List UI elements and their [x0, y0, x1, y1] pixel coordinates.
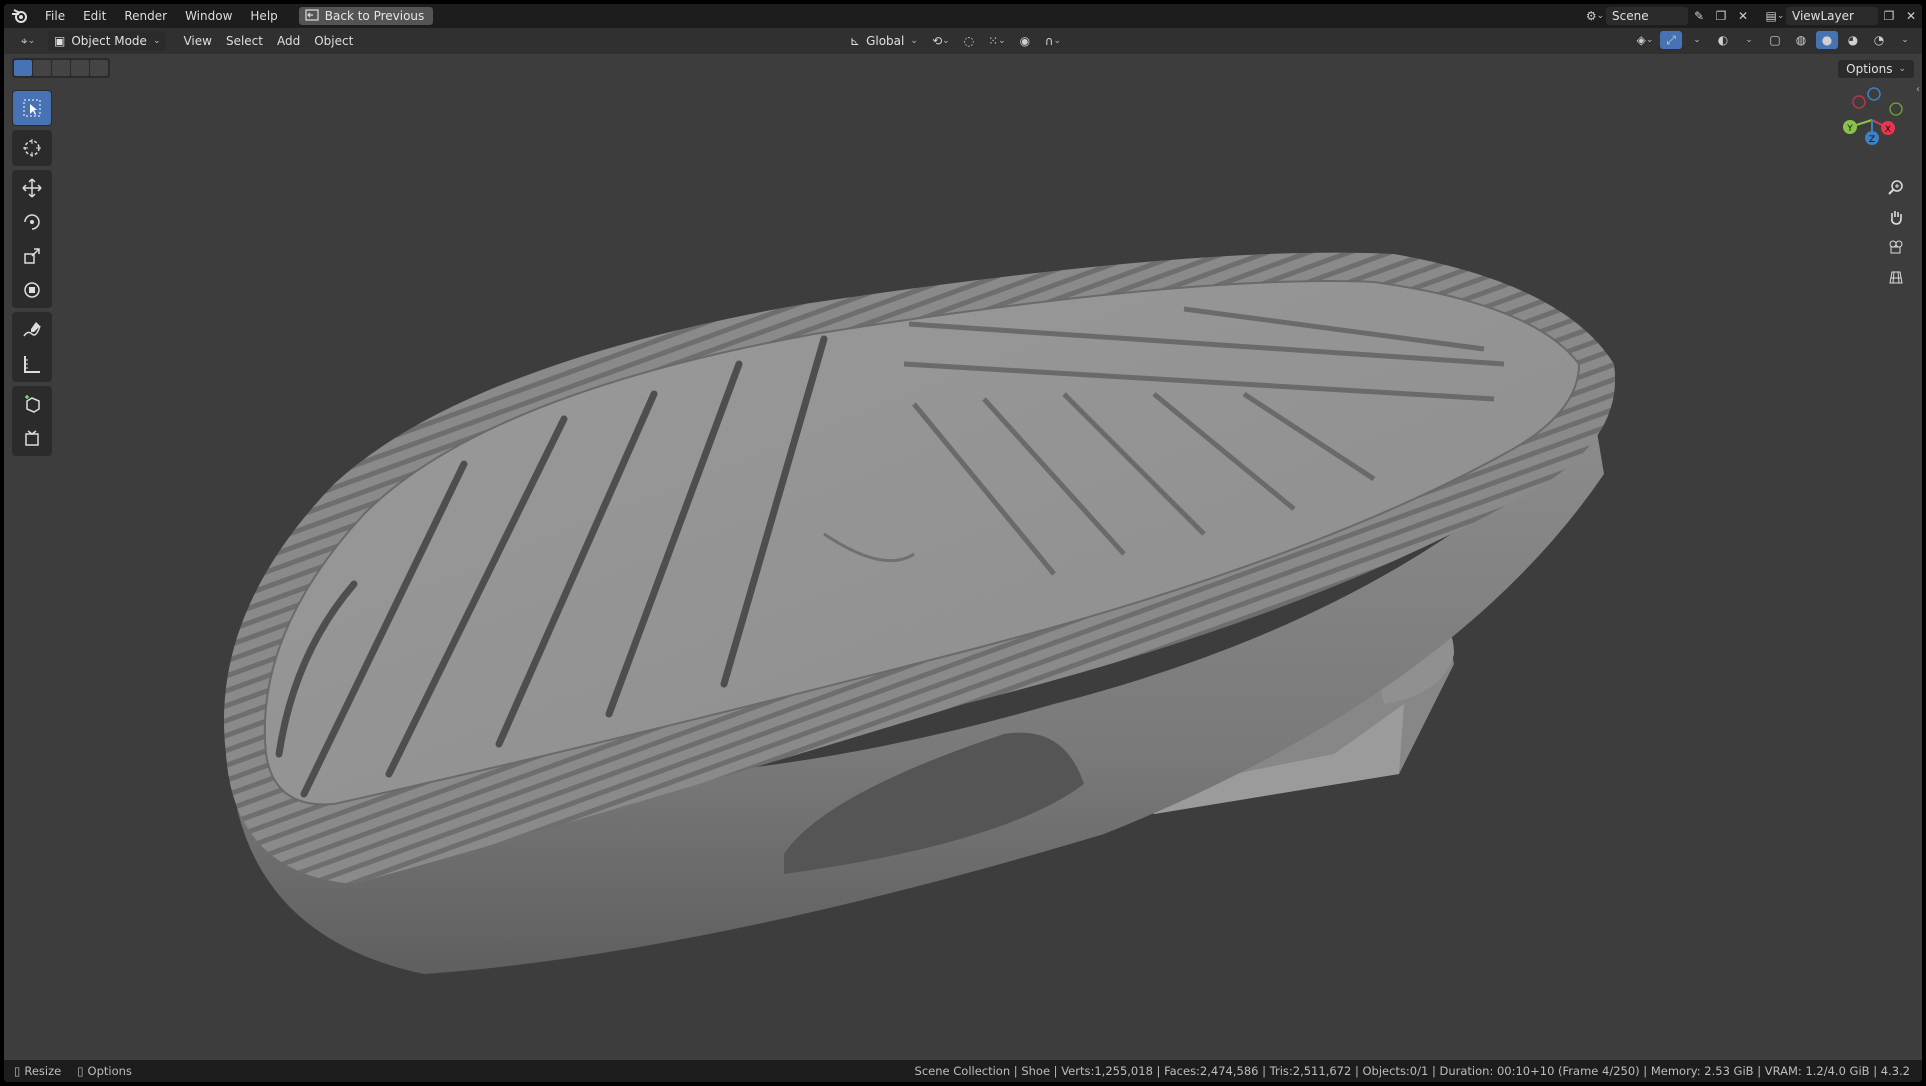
cursor-icon[interactable] [13, 131, 51, 165]
shading-dropdown-icon[interactable]: ⌄ [1894, 31, 1916, 49]
options-dropdown[interactable]: Options ⌄ [1838, 60, 1914, 78]
move-icon[interactable] [13, 171, 51, 205]
blender-window: File Edit Render Window Help Back to Pre… [4, 4, 1922, 1082]
mouse-right-icon: ▯ [77, 1064, 84, 1078]
shoe-sole-model[interactable] [4, 54, 1922, 1060]
add-cube-icon[interactable] [13, 387, 51, 421]
select-extend-icon[interactable] [33, 60, 51, 76]
editor-type-icon[interactable]: ⌖ ⌄ [14, 32, 42, 50]
pin-icon[interactable]: ✎ [1688, 7, 1710, 25]
status-hints: ▯ Resize ▯ Options [4, 1064, 132, 1078]
add-primitive-icon[interactable] [13, 421, 51, 455]
menu-object[interactable]: Object [307, 34, 360, 48]
menu-add[interactable]: Add [270, 34, 307, 48]
wireframe-shading-icon[interactable]: ◍ [1790, 31, 1812, 49]
viewport-display-controls: ◈ ⌄ ⤢ ⌄ ◐ ⌄ ▢ ◍ ● ◕ ◔ ⌄ [1634, 31, 1916, 49]
camera-icon[interactable] [1882, 234, 1910, 260]
delete-view-layer-icon[interactable]: ✕ [1900, 7, 1922, 25]
zoom-icon[interactable] [1882, 174, 1910, 200]
chevron-down-icon: ⌄ [1898, 64, 1906, 74]
measure-icon[interactable] [13, 347, 51, 381]
selection-mode-group [12, 58, 110, 78]
transform-icon[interactable] [13, 273, 51, 307]
rendered-shading-icon[interactable]: ◔ [1868, 31, 1890, 49]
axis-z-label: Z [1869, 135, 1875, 145]
select-box-icon[interactable] [13, 91, 51, 125]
3d-viewport[interactable]: Options ⌄ X Y Z ‹ [4, 54, 1922, 1060]
axis-x-negative[interactable] [1852, 95, 1866, 109]
menu-view[interactable]: View [176, 34, 218, 48]
status-bar: ▯ Resize ▯ Options Scene Collection | Sh… [4, 1060, 1922, 1082]
navigation-tools [1882, 174, 1910, 290]
menu-render[interactable]: Render [115, 4, 176, 28]
blender-logo-icon[interactable] [4, 4, 36, 28]
object-mode-icon: ▣ [54, 34, 66, 48]
status-resize-label: Resize [24, 1064, 62, 1078]
menu-edit[interactable]: Edit [74, 4, 115, 28]
orientation-icon: ⊾ [850, 34, 861, 48]
axis-y-negative[interactable] [1889, 102, 1903, 116]
top-menu-bar: File Edit Render Window Help Back to Pre… [4, 4, 1922, 28]
rotate-icon[interactable] [13, 205, 51, 239]
scene-statistics: Scene Collection | Shoe | Verts:1,255,01… [914, 1064, 1910, 1078]
select-intersect-icon[interactable] [90, 60, 108, 76]
visibility-icon[interactable]: ◈ ⌄ [1634, 31, 1656, 49]
snap-target-icon[interactable]: ⁙ ⌄ [986, 32, 1008, 50]
snap-icon[interactable]: ◌ [958, 32, 980, 50]
solid-shading-icon[interactable]: ● [1816, 31, 1838, 49]
menu-help[interactable]: Help [241, 4, 286, 28]
view-layer-selector-icon[interactable]: ▤ ⌄ [1764, 7, 1786, 25]
back-icon [305, 8, 319, 24]
material-shading-icon[interactable]: ◕ [1842, 31, 1864, 49]
new-view-layer-icon[interactable]: ❐ [1878, 7, 1900, 25]
pan-hand-icon[interactable] [1882, 204, 1910, 230]
back-to-previous-button[interactable]: Back to Previous [298, 7, 434, 25]
scene-selector-icon[interactable]: ⚙ ⌄ [1584, 7, 1606, 25]
delete-scene-icon[interactable]: ✕ [1732, 7, 1754, 25]
transform-orientation-dropdown[interactable]: ⊾ Global ⌄ [844, 31, 924, 51]
menu-file[interactable]: File [36, 4, 74, 28]
scale-icon[interactable] [13, 239, 51, 273]
tool-shelf [12, 90, 52, 460]
new-scene-icon[interactable]: ❐ [1710, 7, 1732, 25]
select-subtract-icon[interactable] [52, 60, 70, 76]
mode-dropdown[interactable]: ▣ Object Mode ⌄ [48, 31, 167, 51]
select-invert-icon[interactable] [71, 60, 89, 76]
transform-controls: ⊾ Global ⌄ ⟲ ⌄ ◌ ⁙ ⌄ ◉ ∩ ⌄ [844, 31, 1064, 51]
axis-z-negative[interactable] [1867, 87, 1881, 101]
xray-toggle-icon[interactable]: ▢ [1764, 31, 1786, 49]
axis-y-label: Y [1846, 124, 1853, 134]
axis-x-label: X [1885, 125, 1891, 135]
pivot-icon[interactable]: ⟲ ⌄ [930, 32, 952, 50]
menu-window[interactable]: Window [176, 4, 241, 28]
falloff-icon[interactable]: ∩ ⌄ [1042, 32, 1064, 50]
proportional-edit-icon[interactable]: ◉ [1014, 32, 1036, 50]
mouse-icon: ▯ [14, 1064, 21, 1078]
view-layer-field[interactable]: ViewLayer [1786, 7, 1878, 25]
chevron-down-icon: ⌄ [152, 36, 161, 46]
sidebar-toggle-icon[interactable]: ‹ [1916, 84, 1920, 95]
navigation-gizmo[interactable]: X Y Z [1832, 80, 1912, 160]
status-options-label: Options [87, 1064, 132, 1078]
grid-icon[interactable] [1882, 264, 1910, 290]
viewport-header: ⌖ ⌄ ▣ Object Mode ⌄ View Select Add Objec… [4, 28, 1922, 54]
overlay-toggle-icon[interactable]: ◐ [1712, 31, 1734, 49]
menu-select[interactable]: Select [219, 34, 270, 48]
back-button-label: Back to Previous [324, 9, 425, 23]
annotate-icon[interactable] [13, 313, 51, 347]
scene-controls: ⚙ ⌄ Scene ✎ ❐ ✕ ▤ ⌄ ViewLayer ❐ ✕ [1584, 4, 1922, 28]
scene-name-field[interactable]: Scene [1606, 7, 1688, 25]
overlay-dropdown-icon[interactable]: ⌄ [1738, 31, 1760, 49]
gizmo-toggle-icon[interactable]: ⤢ [1660, 31, 1682, 49]
select-new-icon[interactable] [14, 60, 32, 76]
gizmo-dropdown-icon[interactable]: ⌄ [1686, 31, 1708, 49]
